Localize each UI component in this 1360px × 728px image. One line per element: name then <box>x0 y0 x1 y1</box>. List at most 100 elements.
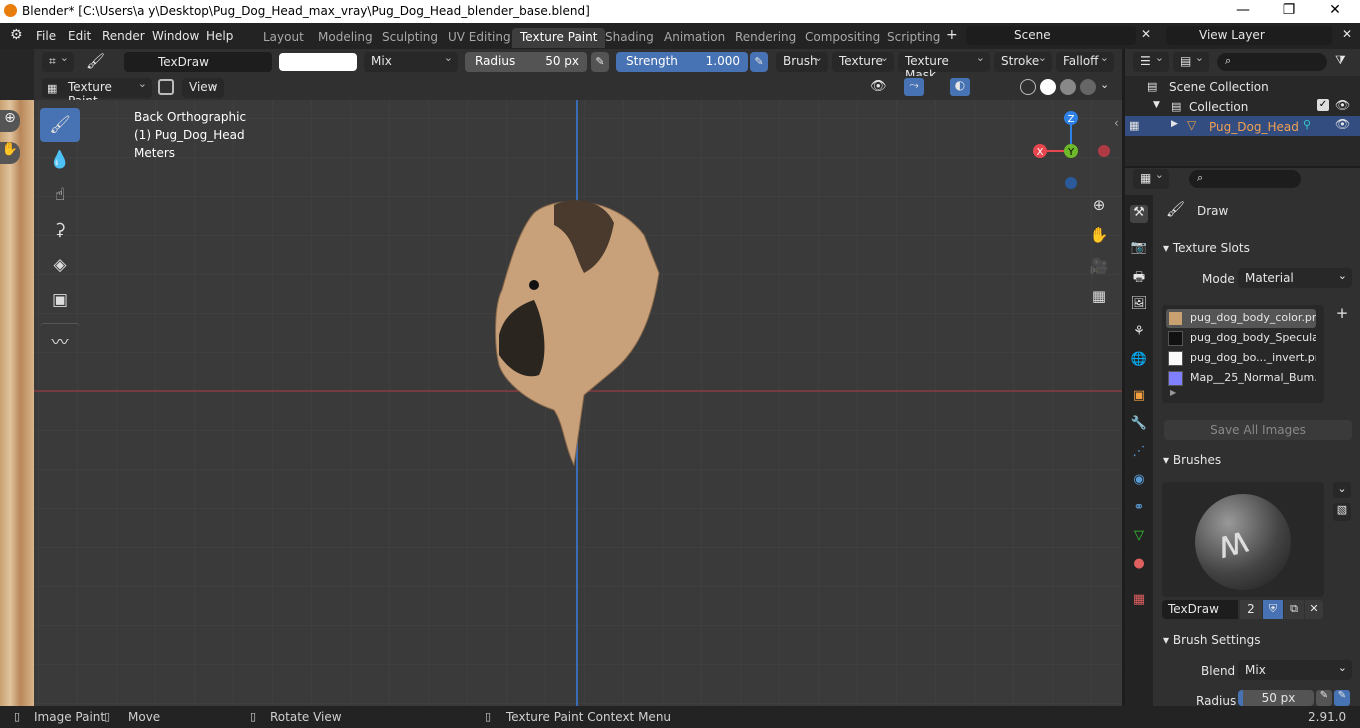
mode-dropdown[interactable]: Texture Paint <box>42 77 152 108</box>
view-layer-selector[interactable]: View Layer <box>1166 26 1332 45</box>
mask-tool-icon[interactable]: ▣ <box>40 283 80 317</box>
rendered-shading-icon[interactable] <box>1080 79 1096 95</box>
particles-tab-icon[interactable]: ⋰ <box>1130 444 1148 462</box>
visibility-icon[interactable]: 👁 <box>870 79 887 94</box>
modifiers-tab-icon[interactable]: 🔧 <box>1130 416 1148 434</box>
camera-view-icon[interactable]: 🎥 <box>1088 257 1110 279</box>
remove-scene-icon[interactable]: ✕ <box>1141 27 1151 41</box>
unlink-brush-icon[interactable]: ✕ <box>1305 600 1323 619</box>
add-workspace-icon[interactable]: + <box>946 27 958 43</box>
menu-edit[interactable]: Edit <box>68 29 91 43</box>
zoom-icon[interactable]: ⊕ <box>0 110 20 132</box>
collection-checkbox[interactable]: ✓ <box>1317 99 1329 111</box>
falloff-menu[interactable]: Falloff <box>1056 51 1114 72</box>
blend-dropdown-props[interactable]: Mix ⌄ <box>1238 660 1352 680</box>
object-expand-icon[interactable]: ▶ <box>1171 119 1178 129</box>
fill-tool-icon[interactable]: ◈ <box>40 248 80 282</box>
world-tab-icon[interactable]: 🌐 <box>1130 352 1148 370</box>
tab-texture-paint[interactable]: Texture Paint <box>512 28 606 48</box>
tab-layout[interactable]: Layout <box>255 28 312 48</box>
object-visibility-icon[interactable]: 👁 <box>1335 117 1350 131</box>
radius-pressure-toggle-icon[interactable]: ✎ <box>1334 690 1350 706</box>
soften-tool-icon[interactable]: 💧 <box>40 143 80 177</box>
editor-type-dropdown[interactable]: ⌗ <box>42 51 74 72</box>
brush-list-chevron-icon[interactable]: ⌄ <box>1333 482 1351 498</box>
slot-item-normal[interactable]: Map__25_Normal_Bum... <box>1166 369 1316 388</box>
draw-tool-icon[interactable]: 🖌 <box>40 108 80 142</box>
radius-slider[interactable]: Radius 50 px <box>465 52 587 72</box>
menu-help[interactable]: Help <box>206 29 233 43</box>
brush-users-count[interactable]: 2 <box>1240 600 1262 619</box>
save-all-images-button[interactable]: Save All Images <box>1164 420 1352 440</box>
clone-tool-icon[interactable]: ⚳ <box>40 213 80 247</box>
collection-expand-icon[interactable]: ▼ <box>1153 100 1160 110</box>
tool-tab-icon[interactable]: ⚒ <box>1130 205 1148 223</box>
outliner-row-pug-dog-head[interactable]: ▦ ▶ ▽ Pug_Dog_Head ⚲ 👁 <box>1125 116 1360 136</box>
tab-compositing[interactable]: Compositing <box>797 28 888 48</box>
remove-view-layer-icon[interactable]: ✕ <box>1342 27 1352 41</box>
radius-unit-icon[interactable]: ✎ <box>1316 690 1332 706</box>
material-shading-icon[interactable] <box>1060 79 1076 95</box>
tab-scripting[interactable]: Scripting <box>879 28 948 48</box>
material-tab-icon[interactable]: ● <box>1130 556 1148 574</box>
maximize-button[interactable]: ❐ <box>1266 2 1312 18</box>
color-swatch[interactable] <box>279 53 357 71</box>
menu-render[interactable]: Render <box>102 29 145 43</box>
blender-menu-icon[interactable]: ⚙ <box>10 27 23 43</box>
brush-menu[interactable]: Brush <box>776 51 828 72</box>
tab-sculpting[interactable]: Sculpting <box>374 28 446 48</box>
navigation-gizmo[interactable]: Z X Y <box>1024 108 1114 198</box>
scene-selector[interactable]: Scene <box>966 26 1136 45</box>
collection-visibility-icon[interactable]: 👁 <box>1335 98 1350 112</box>
scene-collection-label[interactable]: Scene Collection <box>1169 80 1269 94</box>
sidebar-toggle-chevron-icon[interactable]: ‹ <box>1114 116 1119 130</box>
output-tab-icon[interactable]: 🖶 <box>1130 268 1148 286</box>
duplicate-brush-icon[interactable]: ⧉ <box>1284 600 1304 619</box>
properties-editor-type-dropdown[interactable]: ▦ <box>1133 168 1169 189</box>
display-mode-dropdown[interactable]: ▤ <box>1173 51 1209 72</box>
paint-mask-toggle-icon[interactable] <box>158 79 174 95</box>
slot-item-color[interactable]: pug_dog_body_color.png <box>1166 309 1316 328</box>
radius-slider-props[interactable]: 50 px <box>1238 690 1314 706</box>
menu-file[interactable]: File <box>36 29 56 43</box>
annotate-tool-icon[interactable]: 〰 <box>40 323 80 357</box>
brush-settings-panel-header[interactable]: ▾ Brush Settings <box>1155 630 1355 652</box>
toggle-ortho-icon[interactable]: ▦ <box>1088 287 1110 309</box>
slot-item-specular[interactable]: pug_dog_body_Specula... <box>1166 329 1316 348</box>
smear-tool-icon[interactable]: ☝ <box>40 178 80 212</box>
filter-icon[interactable]: ⧩ <box>1335 53 1346 68</box>
outliner-search-input[interactable]: ⌕ <box>1217 53 1327 71</box>
texture-tab-icon[interactable]: ▦ <box>1130 592 1148 610</box>
solid-shading-icon[interactable] <box>1040 79 1056 95</box>
outliner-editor-type-dropdown[interactable]: ☰ <box>1133 51 1169 72</box>
blend-mode-dropdown[interactable]: Mix <box>364 51 458 72</box>
view-layer-tab-icon[interactable]: 🖼 <box>1130 296 1148 314</box>
overlay-toggle-icon[interactable]: ◐ <box>950 78 970 96</box>
strength-slider[interactable]: Strength 1.000 <box>616 52 748 72</box>
wireframe-shading-icon[interactable] <box>1020 79 1036 95</box>
data-tab-icon[interactable]: ▽ <box>1130 528 1148 546</box>
brushes-panel-header[interactable]: ▾ Brushes <box>1155 450 1355 472</box>
close-button[interactable]: ✕ <box>1312 2 1358 18</box>
view-menu[interactable]: View <box>182 77 224 98</box>
strength-pressure-icon[interactable]: ✎ <box>750 52 768 72</box>
brush-datablock-name[interactable]: TexDraw <box>1162 600 1238 619</box>
texture-slots-panel-header[interactable]: ▾ Texture Slots <box>1155 238 1355 260</box>
tab-modeling[interactable]: Modeling <box>310 28 381 48</box>
slot-item-invert[interactable]: pug_dog_bo..._invert.png <box>1166 349 1316 368</box>
brush-preview[interactable]: ʍ <box>1162 482 1324 597</box>
add-slot-icon[interactable]: + <box>1333 304 1351 322</box>
render-tab-icon[interactable]: 📷 <box>1130 240 1148 258</box>
texture-menu[interactable]: Texture <box>832 51 894 72</box>
tab-uv-editing[interactable]: UV Editing <box>440 28 519 48</box>
tab-animation[interactable]: Animation <box>656 28 733 48</box>
hand-pan-icon[interactable]: ✋ <box>0 142 20 164</box>
constraints-tab-icon[interactable]: ⚭ <box>1130 500 1148 518</box>
properties-search-input[interactable]: ⌕ <box>1189 170 1301 188</box>
list-expand-icon[interactable]: ▶ <box>1170 388 1176 397</box>
3d-viewport[interactable]: Back Orthographic (1) Pug_Dog_Head Meter… <box>34 100 1122 706</box>
object-tab-icon[interactable]: ▣ <box>1130 388 1148 406</box>
minimize-button[interactable]: — <box>1220 2 1266 18</box>
tab-rendering[interactable]: Rendering <box>727 28 804 48</box>
gizmo-toggle-icon[interactable]: ⤳ <box>904 78 924 96</box>
